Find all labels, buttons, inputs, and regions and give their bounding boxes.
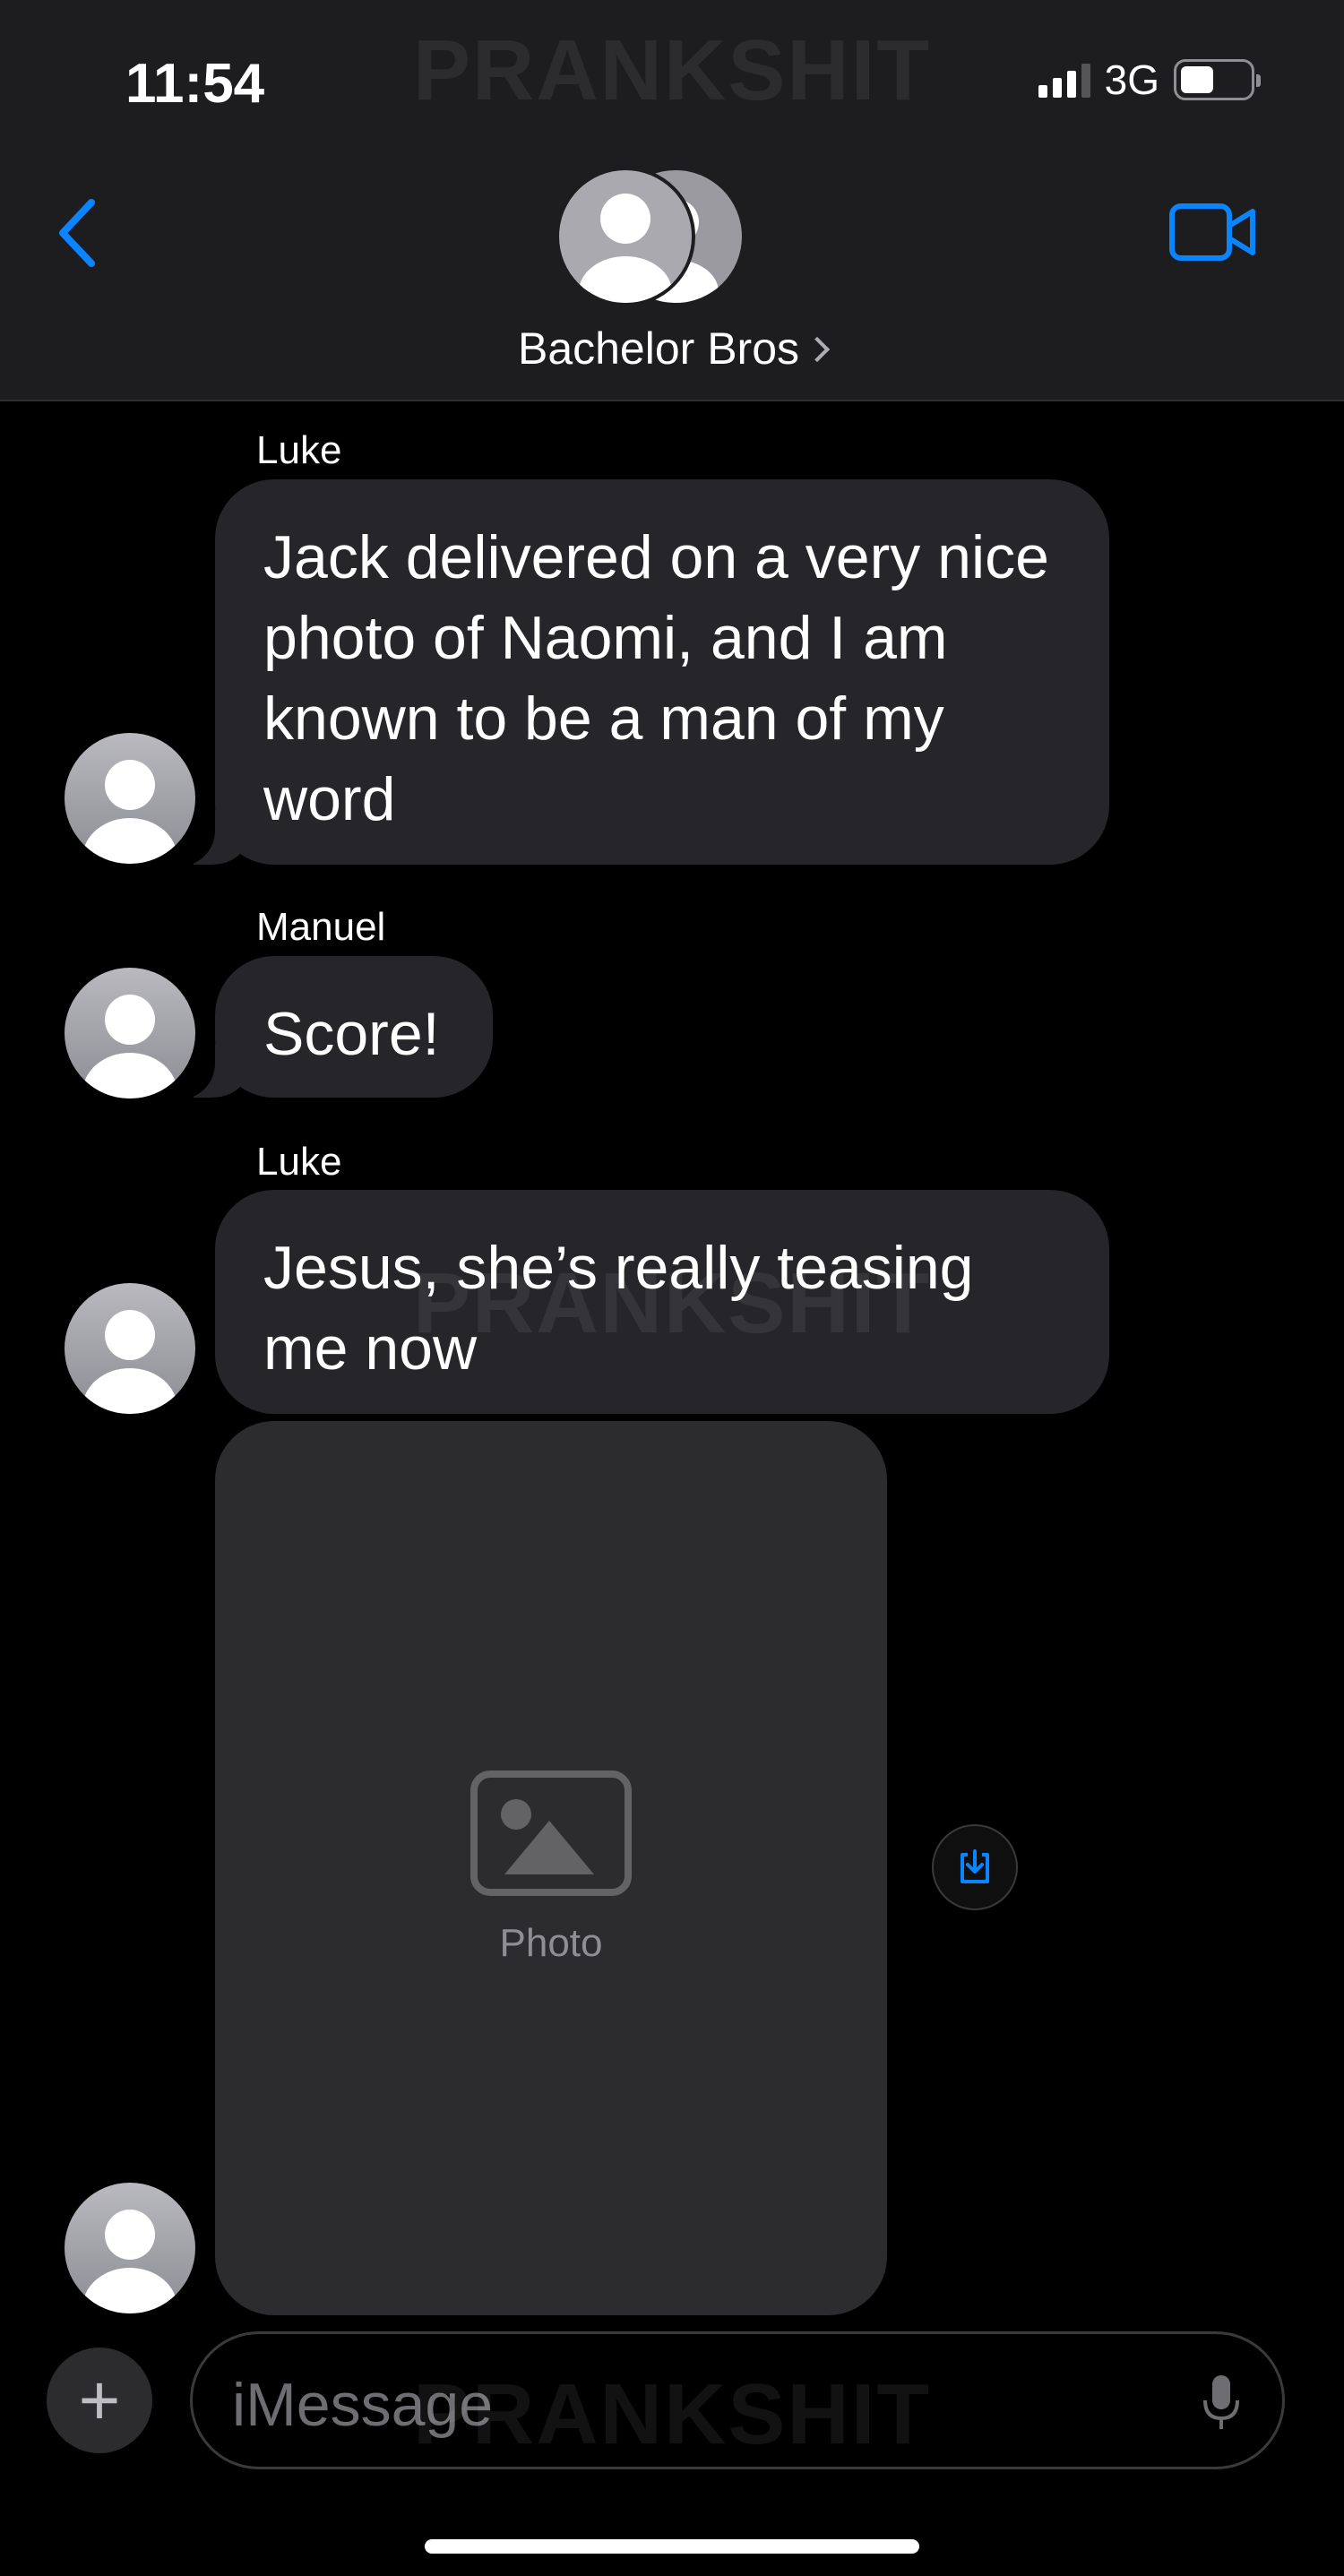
avatar[interactable]: [65, 733, 195, 864]
message-text: Score!: [263, 1000, 440, 1068]
video-camera-icon: [1169, 203, 1255, 261]
message-bubble[interactable]: Jack delivered on a very nice photo of N…: [165, 479, 1109, 866]
group-name[interactable]: Bachelor Bros: [0, 323, 1344, 375]
microphone-icon[interactable]: [1202, 2374, 1241, 2433]
network-type: 3G: [1104, 56, 1159, 103]
photo-icon: [470, 1770, 632, 1896]
chevron-right-icon: [804, 336, 831, 363]
avatar[interactable]: [65, 1283, 195, 1414]
apps-plus-button[interactable]: +: [47, 2348, 152, 2453]
message-text: Jack delivered on a very nice photo of N…: [263, 523, 1049, 833]
avatar[interactable]: [65, 2183, 195, 2313]
status-time: 11:54: [125, 53, 265, 115]
save-download-icon: [961, 1849, 989, 1883]
home-indicator[interactable]: [425, 2539, 919, 2554]
battery-icon: [1174, 59, 1261, 100]
plus-icon: +: [78, 2360, 121, 2440]
message-sender: Manuel: [256, 905, 386, 949]
photo-attachment[interactable]: Photo: [215, 1421, 887, 2315]
avatar[interactable]: [65, 968, 195, 1098]
group-avatar[interactable]: [556, 167, 745, 306]
video-call-button[interactable]: [1168, 201, 1258, 268]
message-text: Jesus, she’s really teasing me now: [263, 1234, 974, 1383]
conversation-header: 11:54 3G Bachelor Bros: [0, 0, 1344, 401]
signal-icon: [1038, 62, 1090, 98]
input-placeholder: iMessage: [232, 2371, 494, 2439]
message-sender: Luke: [256, 428, 342, 472]
photo-placeholder-label: Photo: [499, 1921, 603, 1965]
save-photo-button[interactable]: [932, 1824, 1018, 1910]
message-bubble[interactable]: Score!: [165, 956, 493, 1099]
group-avatar-icon: [556, 167, 742, 306]
back-button[interactable]: [47, 188, 109, 278]
message-bubble[interactable]: Jesus, she’s really teasing me now: [215, 1190, 1109, 1414]
imessage-input[interactable]: iMessage: [190, 2331, 1285, 2469]
back-chevron-icon: [59, 199, 95, 267]
message-sender: Luke: [256, 1140, 342, 1184]
status-indicators: 3G: [1038, 56, 1261, 104]
